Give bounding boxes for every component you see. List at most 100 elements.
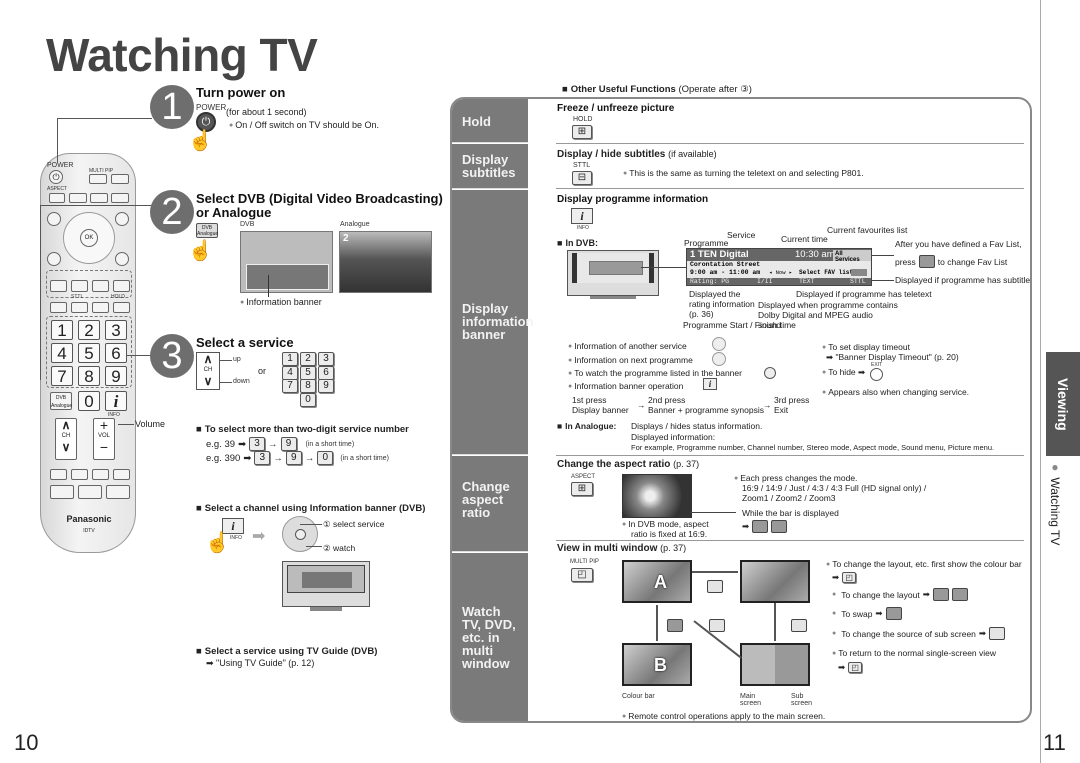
info-icon: i (580, 209, 584, 223)
dvb-screen-image (240, 231, 333, 293)
return-ref: ➡ ◰ (838, 662, 863, 673)
arrow-icon: ➡ (978, 628, 987, 638)
banner-now: ◂ Now ▸ (769, 269, 793, 276)
rating-callout: Displayed the rating information (p. 36) (689, 289, 755, 319)
red-key-icon (709, 619, 725, 632)
multi-window-screen-b: B (622, 643, 692, 686)
digit-key: 3 (254, 451, 271, 465)
blank-button (69, 193, 87, 203)
digit-key: 4 (282, 366, 298, 380)
pointing-hand-icon: ☝ (188, 130, 213, 152)
brand-logo: Panasonic (66, 514, 112, 524)
analogue-line2: Displayed information: (631, 432, 716, 442)
power-key-label: POWER (196, 103, 227, 112)
second-press: 2nd press (648, 395, 686, 405)
dvb-analogue-key: DVB Analogue (196, 223, 219, 238)
connector-line (127, 355, 152, 356)
digit-key: 3 (105, 320, 127, 340)
digit-key: 7 (51, 366, 73, 386)
bullet-icon: ● (1048, 460, 1062, 478)
arrow-icon: ➡ (238, 438, 247, 450)
round-button (47, 252, 61, 266)
remote-control-illustration: POWER ⏻ MULTI PIP ASPECT OK STTL HOLD 1 … (40, 153, 136, 553)
callout-line (300, 524, 322, 525)
current-topic-label: ● Watching TV (1048, 460, 1062, 545)
aspect-label: ASPECT (47, 186, 68, 192)
blank-button (50, 469, 67, 480)
hide-label: To hide (828, 367, 856, 377)
digit-key: 1 (51, 320, 73, 340)
digit-key: 6 (318, 366, 334, 380)
hold-label: HOLD (111, 294, 125, 300)
first-press: 1st press (572, 395, 607, 405)
pointing-hand-icon: ☝ (188, 240, 213, 262)
arrow-right-icon: ➡ (252, 528, 266, 545)
step-2-heading-line1: Select DVB (Digital Video Broadcasting) (196, 191, 443, 206)
multi-bullet-source: To change the source of sub screen➡ (832, 627, 1006, 640)
blank-button (71, 469, 88, 480)
digit-key: 1 (282, 352, 298, 366)
banner-audio: I/II (757, 278, 773, 285)
sttl-button (71, 302, 88, 313)
arrow-icon: ➡ (206, 658, 217, 668)
analogue-line1: Displays / hides status information. (631, 421, 763, 431)
chevron-up-icon: ∧ (61, 418, 71, 432)
down-label: down (233, 378, 250, 385)
power-icon: ⏻ (52, 172, 60, 182)
timeout-link: "Banner Display Timeout" (p. 20) (835, 352, 959, 362)
in-dvb-label: In DVB: (557, 238, 598, 248)
aspect-icon: ⊞ (577, 483, 587, 494)
arrow-icon (692, 571, 738, 573)
left-right-icon (712, 352, 726, 366)
subtitles-bullet: This is the same as turning the teletext… (623, 168, 863, 178)
current-topic-text: Watching TV (1048, 477, 1062, 546)
navigation-pad: OK (63, 212, 115, 264)
blank-button (111, 193, 129, 203)
banner-placeholder (589, 261, 643, 275)
multi-digit-heading: To select more than two-digit service nu… (196, 424, 409, 435)
round-button (115, 212, 129, 226)
tv-screen (287, 565, 365, 593)
hold-key: ⊞ (572, 125, 592, 139)
tv-guide-ref: ➡ "Using TV Guide" (p. 12) (206, 658, 314, 669)
digit-key: 2 (78, 320, 100, 340)
callout-line (872, 255, 894, 256)
connector-line (57, 118, 152, 119)
blank-button (50, 302, 67, 313)
short-time-note: (in a short time) (305, 440, 355, 448)
channel-number: 2 (343, 233, 349, 244)
connector-line (57, 118, 58, 163)
side-label-hold: Hold (452, 99, 528, 143)
arrow-icon: ➡ (875, 608, 883, 618)
select-service-step: ① select service (323, 519, 385, 529)
sttl-key: ⊟ (572, 171, 592, 185)
blank-button (90, 193, 108, 203)
power-label: POWER (47, 162, 74, 169)
info-banner-select-heading: Select a channel using Information banne… (196, 503, 426, 514)
viewing-section-tab[interactable]: Viewing (1046, 352, 1080, 456)
arrow-icon: ➡ (838, 662, 846, 672)
hold-button (113, 302, 130, 313)
side-label-multi-window: Watch TV, DVD, etc. in multi window (452, 553, 528, 721)
page-edge-line (1040, 0, 1041, 763)
divider (556, 188, 1024, 189)
dvb-analogue-button: DVB Analogue (50, 392, 72, 410)
timeout-ref: ➡ "Banner Display Timeout" (p. 20) (826, 352, 959, 363)
arrow-icon: ➡ (922, 589, 930, 599)
multi-bullet-layout: To change the layout➡ (832, 588, 968, 601)
round-button (115, 252, 129, 266)
aspect-example-image (622, 474, 692, 518)
connector-line (40, 205, 41, 380)
digit-key: 6 (105, 343, 127, 363)
divider (556, 455, 1024, 456)
bar-note: While the bar is displayed (742, 508, 839, 518)
minus-icon: − (99, 439, 109, 455)
side-label-info-banner: Display information banner (452, 190, 534, 455)
or-label: or (258, 366, 267, 376)
red-key-icon (791, 619, 807, 632)
callout-line (118, 424, 134, 425)
digit-key: 4 (51, 343, 73, 363)
source-label: To change the source of sub screen (841, 628, 976, 639)
banner-teletext: TEXT (799, 278, 815, 285)
tv-guide-link: "Using TV Guide" (p. 12) (216, 658, 315, 668)
